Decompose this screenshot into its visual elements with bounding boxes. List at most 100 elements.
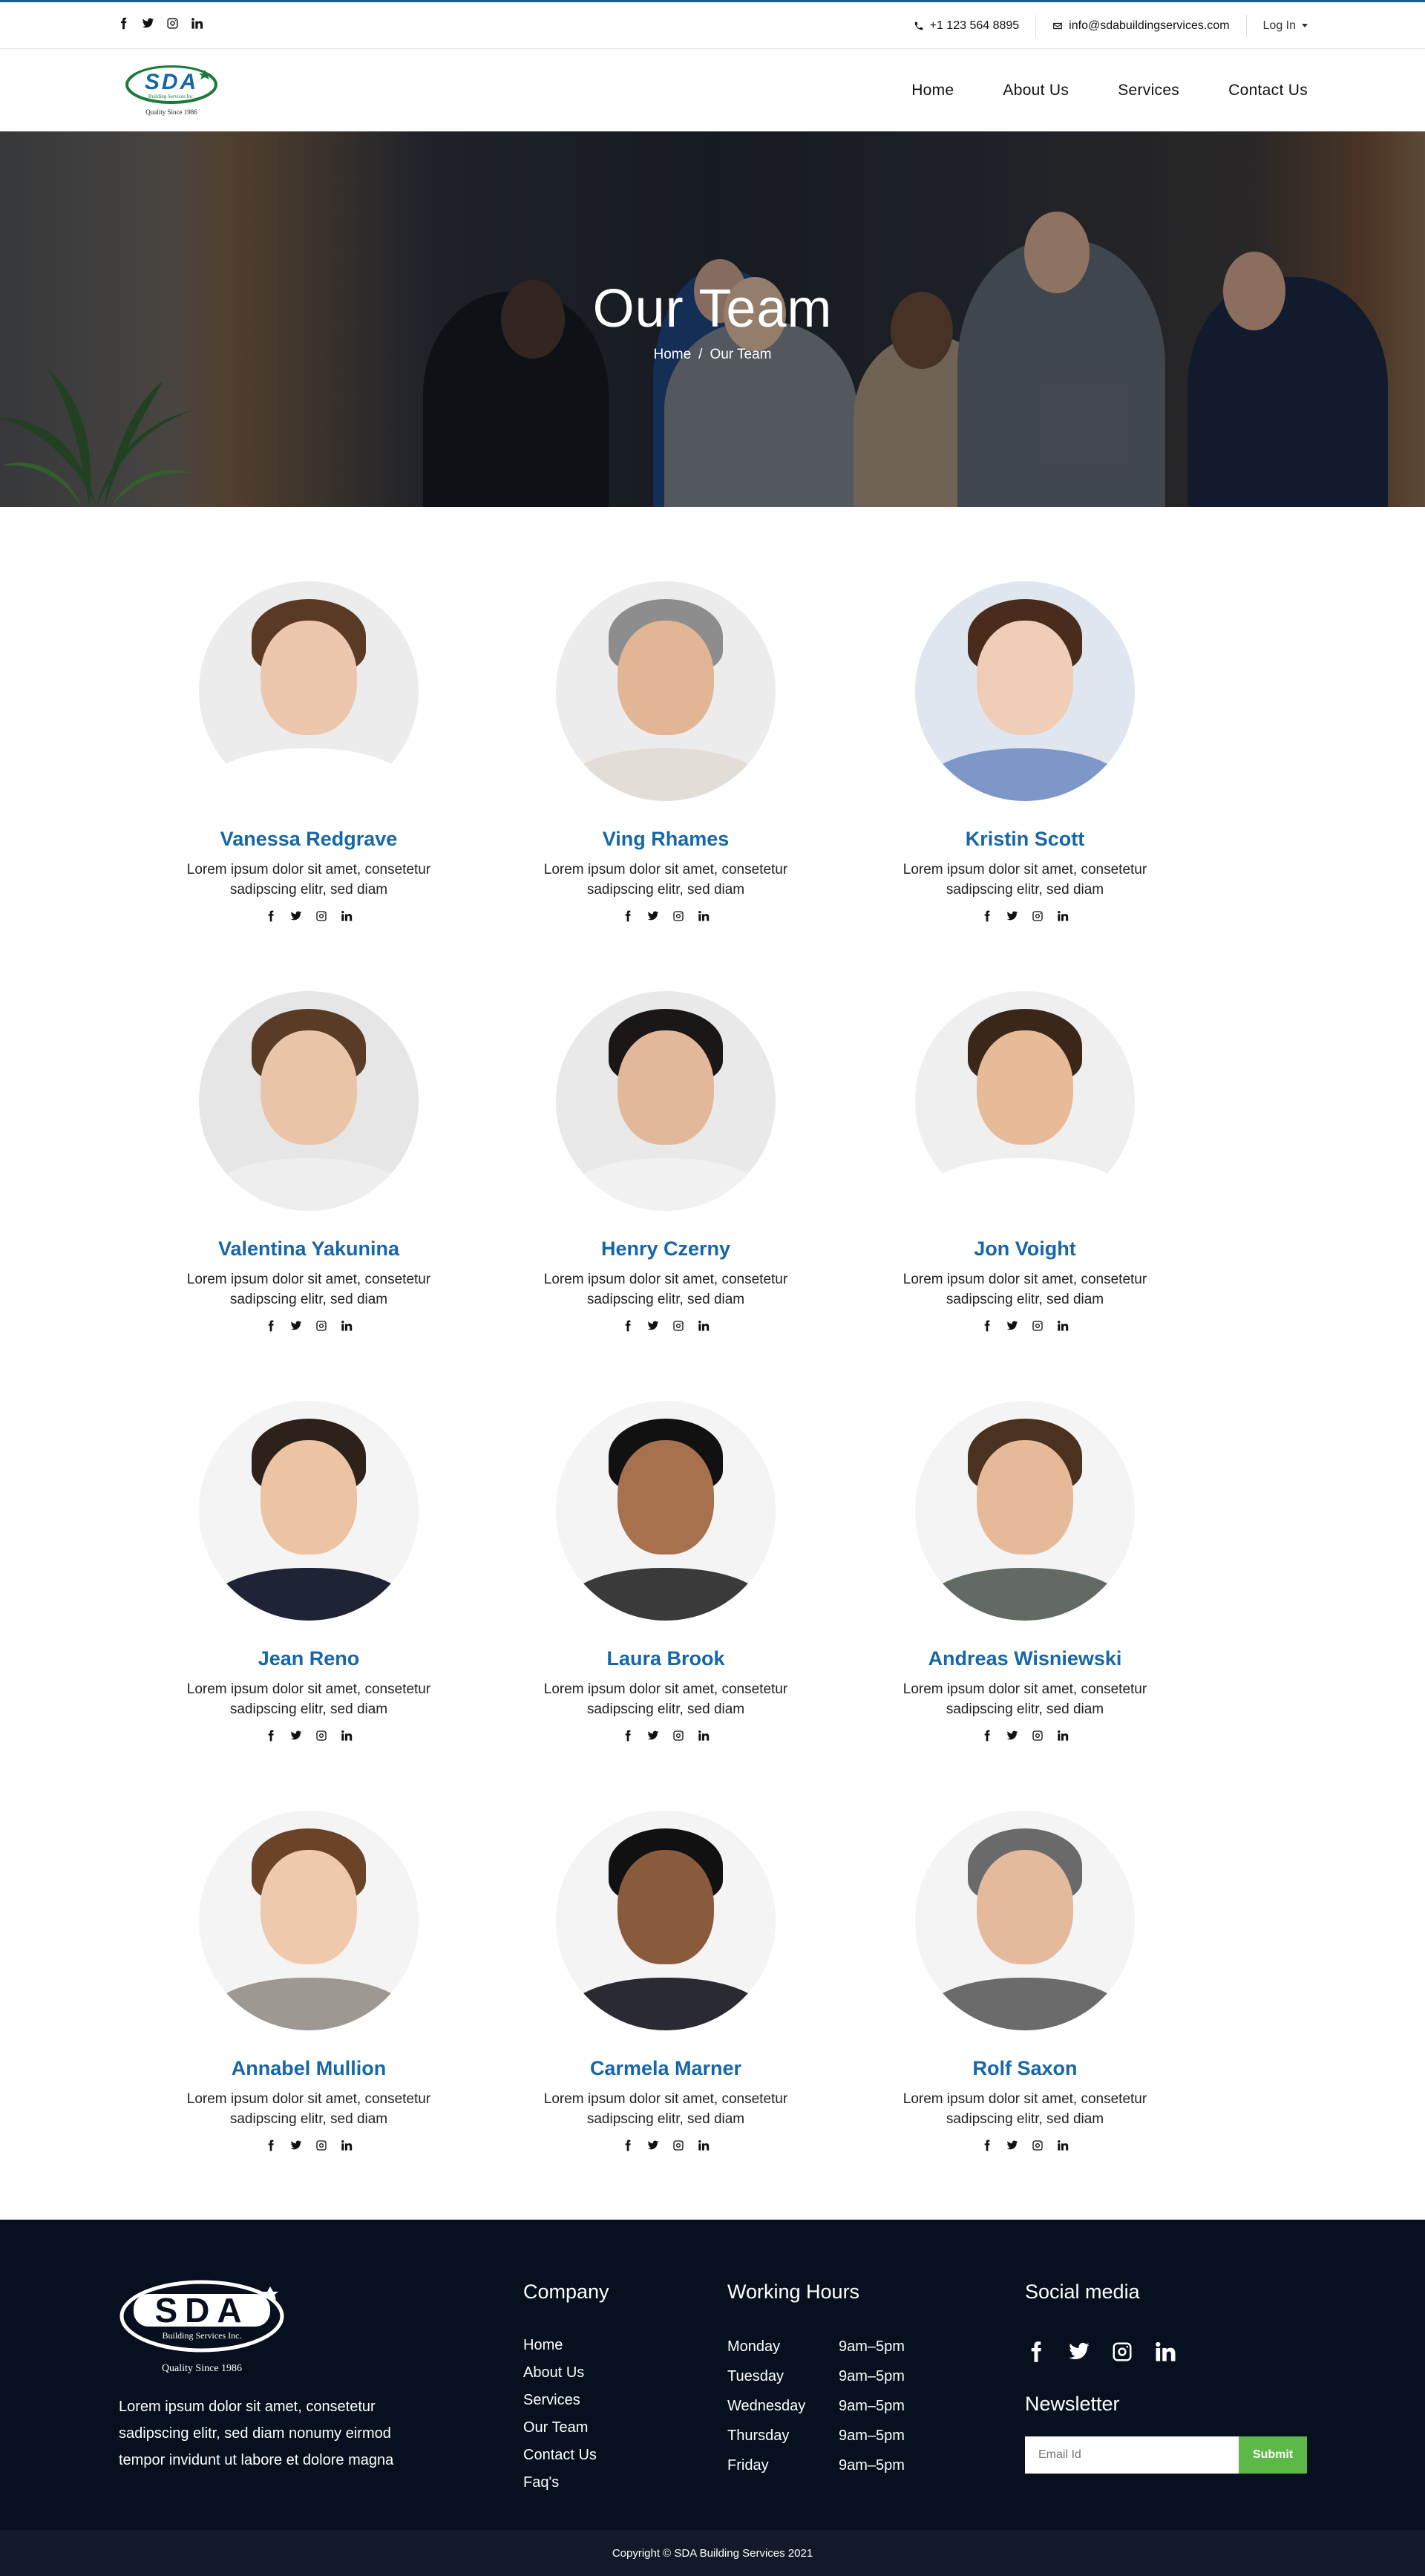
member-bio-line: sadipscing elitr, sed diam (229, 2111, 388, 2127)
team-member-card: Annabel Mullion Lorem ipsum dolor sit am… (153, 1811, 465, 2151)
instagram-icon[interactable] (315, 1730, 327, 1742)
member-photo (915, 991, 1135, 1211)
instagram-icon[interactable] (315, 2139, 327, 2151)
member-bio-line: Lorem ipsum dolor sit amet, consetetur (186, 1681, 431, 1697)
hours-row: Tuesday 9am–5pm (727, 2361, 905, 2391)
twitter-icon[interactable] (1068, 2341, 1090, 2363)
linkedin-icon[interactable] (698, 2139, 710, 2151)
facebook-icon[interactable] (981, 1730, 993, 1742)
instagram-icon[interactable] (672, 1730, 684, 1742)
member-name[interactable]: Jean Reno (153, 1647, 465, 1670)
phone-item[interactable]: +1 123 564 8895 (897, 14, 1037, 37)
member-bio-line: Lorem ipsum dolor sit amet, consetetur (902, 862, 1147, 877)
member-name[interactable]: Rolf Saxon (869, 2057, 1181, 2080)
instagram-icon[interactable] (672, 1320, 684, 1332)
instagram-icon[interactable] (315, 1320, 327, 1332)
footer-link-services[interactable]: Services (523, 2387, 609, 2414)
twitter-icon[interactable] (290, 1730, 302, 1742)
email-item[interactable]: info@sdabuildingservices.com (1036, 14, 1247, 37)
twitter-icon[interactable] (1006, 1320, 1018, 1332)
sda-logo[interactable]: SDA Building Services Inc. Quality Since… (125, 59, 221, 119)
twitter-icon[interactable] (290, 1320, 302, 1332)
facebook-icon[interactable] (117, 17, 130, 30)
top-social-links (117, 17, 203, 30)
facebook-icon[interactable] (622, 910, 634, 922)
nav-about-us[interactable]: About Us (1003, 82, 1069, 99)
member-name[interactable]: Kristin Scott (869, 828, 1181, 851)
twitter-icon[interactable] (1006, 1730, 1018, 1742)
twitter-icon[interactable] (1006, 910, 1018, 922)
linkedin-icon[interactable] (698, 1730, 710, 1742)
instagram-icon[interactable] (1111, 2341, 1133, 2363)
linkedin-icon[interactable] (698, 910, 710, 922)
newsletter-email-input[interactable] (1025, 2436, 1239, 2474)
twitter-icon[interactable] (647, 1320, 659, 1332)
linkedin-icon[interactable] (341, 1730, 353, 1742)
twitter-icon[interactable] (1006, 2139, 1018, 2151)
member-name[interactable]: Valentina Yakunina (153, 1238, 465, 1261)
facebook-icon[interactable] (265, 1730, 277, 1742)
breadcrumb-home[interactable]: Home (653, 347, 691, 362)
member-name[interactable]: Ving Rhames (510, 828, 822, 851)
facebook-icon[interactable] (265, 910, 277, 922)
linkedin-icon[interactable] (1057, 2139, 1069, 2151)
instagram-icon[interactable] (315, 910, 327, 922)
twitter-icon[interactable] (647, 910, 659, 922)
facebook-icon[interactable] (622, 1730, 634, 1742)
instagram-icon[interactable] (672, 910, 684, 922)
twitter-icon[interactable] (142, 17, 154, 30)
hours-time: 9am–5pm (839, 2398, 905, 2414)
facebook-icon[interactable] (622, 1320, 634, 1332)
nav-services[interactable]: Services (1118, 82, 1179, 99)
linkedin-icon[interactable] (341, 910, 353, 922)
footer-link-contact-us[interactable]: Contact Us (523, 2442, 609, 2469)
phone-number: +1 123 564 8895 (929, 19, 1020, 32)
linkedin-icon[interactable] (191, 17, 203, 30)
member-name[interactable]: Annabel Mullion (153, 2057, 465, 2080)
twitter-icon[interactable] (647, 1730, 659, 1742)
footer-link-our-team[interactable]: Our Team (523, 2414, 609, 2442)
member-name[interactable]: Carmela Marner (510, 2057, 822, 2080)
instagram-icon[interactable] (672, 2139, 684, 2151)
footer-link-home[interactable]: Home (523, 2332, 609, 2359)
linkedin-icon[interactable] (341, 2139, 353, 2151)
footer-link-faqs[interactable]: Faq's (523, 2469, 609, 2497)
linkedin-icon[interactable] (341, 1320, 353, 1332)
member-photo (556, 1401, 776, 1621)
member-photo (556, 581, 776, 801)
login-dropdown[interactable]: Log In (1247, 15, 1308, 37)
facebook-icon[interactable] (981, 1320, 993, 1332)
hours-time: 9am–5pm (839, 2368, 905, 2384)
nav-contact-us[interactable]: Contact Us (1228, 82, 1308, 99)
footer-logo[interactable]: SDA Building Services Inc. Quality Since… (119, 2273, 291, 2377)
instagram-icon[interactable] (1032, 2139, 1044, 2151)
newsletter-submit-button[interactable]: Submit (1239, 2436, 1307, 2474)
member-photo (556, 1811, 776, 2030)
twitter-icon[interactable] (290, 910, 302, 922)
member-name[interactable]: Vanessa Redgrave (153, 828, 465, 851)
facebook-icon[interactable] (622, 2139, 634, 2151)
linkedin-icon[interactable] (1154, 2341, 1176, 2363)
linkedin-icon[interactable] (1057, 910, 1069, 922)
instagram-icon[interactable] (1032, 1320, 1044, 1332)
instagram-icon[interactable] (166, 17, 179, 30)
linkedin-icon[interactable] (1057, 1320, 1069, 1332)
footer-link-about-us[interactable]: About Us (523, 2359, 609, 2387)
facebook-icon[interactable] (981, 2139, 993, 2151)
member-name[interactable]: Andreas Wisniewski (869, 1647, 1181, 1670)
nav-home[interactable]: Home (911, 82, 954, 99)
facebook-icon[interactable] (265, 2139, 277, 2151)
member-name[interactable]: Henry Czerny (510, 1238, 822, 1261)
linkedin-icon[interactable] (698, 1320, 710, 1332)
facebook-icon[interactable] (981, 910, 993, 922)
facebook-icon[interactable] (1025, 2341, 1047, 2363)
hours-day: Monday (727, 2338, 781, 2355)
member-name[interactable]: Laura Brook (510, 1647, 822, 1670)
instagram-icon[interactable] (1032, 1730, 1044, 1742)
linkedin-icon[interactable] (1057, 1730, 1069, 1742)
twitter-icon[interactable] (647, 2139, 659, 2151)
member-name[interactable]: Jon Voight (869, 1238, 1181, 1261)
facebook-icon[interactable] (265, 1320, 277, 1332)
instagram-icon[interactable] (1032, 910, 1044, 922)
twitter-icon[interactable] (290, 2139, 302, 2151)
